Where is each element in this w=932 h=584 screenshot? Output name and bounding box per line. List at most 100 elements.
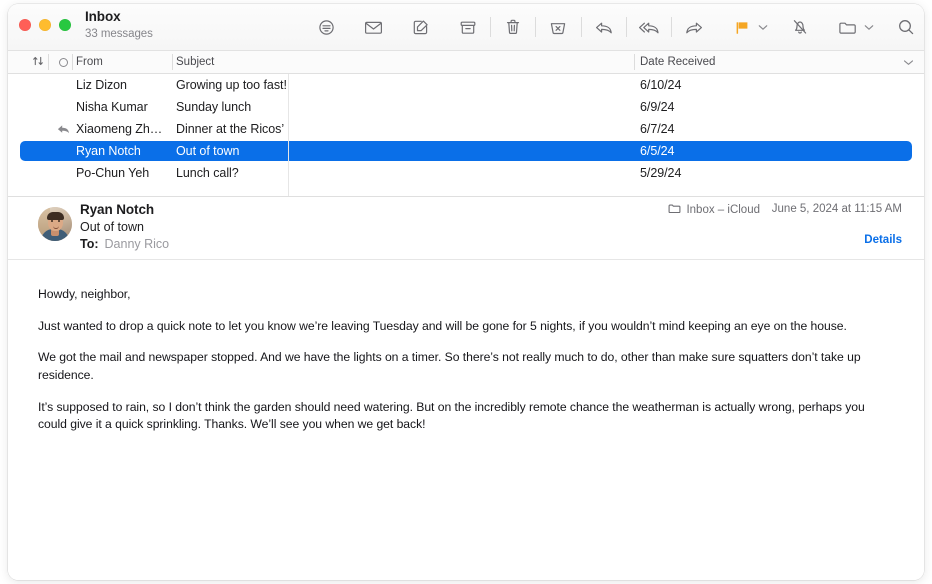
move-menu-chevron[interactable] [861, 12, 876, 42]
list-vertical-divider [288, 74, 289, 196]
bell-slash-icon [791, 18, 809, 36]
body-paragraph: Just wanted to drop a quick note to let … [38, 318, 847, 333]
reply-all-button[interactable] [631, 12, 667, 42]
to-value[interactable]: Danny Rico [105, 237, 170, 251]
body-paragraph: Howdy, neighbor, [38, 287, 131, 301]
header-divider-3 [172, 54, 173, 70]
flag-menu-chevron[interactable] [756, 12, 771, 42]
sort-arrows-icon [32, 55, 44, 70]
search-icon [897, 18, 915, 36]
mark-read-button[interactable] [355, 12, 391, 42]
traffic-lights [19, 19, 71, 31]
row-date: 6/7/24 [640, 122, 675, 136]
zoom-button[interactable] [59, 19, 71, 31]
table-row-selected[interactable]: Ryan Notch Out of town 6/5/24 [8, 140, 924, 162]
unread-column-header[interactable] [52, 51, 74, 73]
row-subject: Out of town [176, 144, 240, 158]
row-date: 6/5/24 [640, 144, 675, 158]
row-date: 5/29/24 [640, 166, 682, 180]
toolbar-separator-1 [490, 17, 492, 37]
column-options-chevron[interactable] [903, 51, 914, 73]
row-from: Nisha Kumar [76, 100, 148, 114]
filter-icon [318, 19, 335, 36]
folder-icon [668, 203, 681, 217]
date-column-label: Date Received [640, 56, 716, 68]
subject-column-label: Subject [176, 56, 215, 68]
replied-arrow-icon [52, 124, 74, 135]
row-subject: Lunch call? [176, 166, 239, 180]
body-paragraph: It’s supposed to rain, so I don’t think … [38, 399, 865, 432]
row-subject: Growing up too fast! [176, 78, 287, 92]
move-button[interactable] [829, 12, 865, 42]
flag-button[interactable] [723, 12, 759, 42]
row-from: Liz Dizon [76, 78, 127, 92]
row-from: Ryan Notch [76, 144, 141, 158]
flag-icon [734, 19, 750, 36]
message-recipients: To: Danny Rico [80, 237, 169, 251]
forward-button[interactable] [676, 12, 712, 42]
row-date: 6/9/24 [640, 100, 675, 114]
minimize-button[interactable] [39, 19, 51, 31]
subject-column-header[interactable]: Subject [176, 51, 632, 73]
archive-box-icon [459, 19, 477, 36]
toolbar-separator-3 [580, 17, 582, 37]
close-button[interactable] [19, 19, 31, 31]
sort-order-button[interactable] [20, 51, 56, 73]
reply-button[interactable] [586, 12, 622, 42]
toolbar-separator-2 [535, 17, 537, 37]
folder-icon [838, 19, 857, 36]
page-title: Inbox [85, 9, 121, 24]
search-button[interactable] [888, 12, 924, 42]
toolbar-separator-5 [671, 17, 673, 37]
forward-arrow-icon [684, 19, 704, 36]
unread-circle-icon [58, 57, 68, 67]
trash-icon [505, 18, 521, 36]
compose-icon [412, 18, 430, 36]
header-divider-4 [634, 54, 635, 70]
row-date: 6/10/24 [640, 78, 682, 92]
toolbar [308, 4, 924, 50]
table-row-partial[interactable] [8, 184, 924, 196]
header-divider-2 [72, 54, 73, 70]
archive-button[interactable] [450, 12, 486, 42]
delete-button[interactable] [495, 12, 531, 42]
reply-arrow-icon [594, 19, 614, 36]
message-date: June 5, 2024 at 11:15 AM [771, 203, 902, 215]
date-column-header[interactable]: Date Received [640, 51, 910, 73]
mail-window: Inbox 33 messages From Subject Date Rece… [8, 4, 924, 580]
message-header: Ryan Notch Out of town To: Danny Rico In… [8, 197, 924, 260]
row-subject: Dinner at the Ricos’ [176, 122, 285, 136]
message-list[interactable]: Liz Dizon Growing up too fast! 6/10/24 N… [8, 74, 924, 197]
row-from: Po-Chun Yeh [76, 166, 150, 180]
message-subject: Out of town [80, 220, 144, 234]
compose-button[interactable] [403, 12, 439, 42]
table-row[interactable]: Nisha Kumar Sunday lunch 6/9/24 [8, 96, 924, 118]
message-mailbox: Inbox – iCloud [668, 203, 760, 217]
table-row[interactable]: Xiaomeng Zh… Dinner at the Ricos’ 6/7/24 [8, 118, 924, 140]
junk-icon [549, 19, 567, 36]
message-body[interactable]: Howdy, neighbor, Just wanted to drop a q… [8, 260, 924, 580]
header-divider-1 [48, 54, 49, 70]
from-column-label: From [76, 56, 103, 68]
avatar [38, 207, 72, 241]
from-column-header[interactable]: From [76, 51, 172, 73]
reply-all-icon [638, 19, 660, 36]
body-paragraph: We got the mail and newspaper stopped. A… [38, 350, 861, 383]
mailbox-label: Inbox – iCloud [686, 204, 760, 216]
message-count: 33 messages [85, 27, 153, 40]
to-label: To: [80, 237, 99, 251]
envelope-icon [364, 19, 383, 36]
message-sender-name: Ryan Notch [80, 202, 155, 217]
row-subject: Sunday lunch [176, 100, 252, 114]
mute-button[interactable] [782, 12, 818, 42]
filter-button[interactable] [308, 12, 344, 42]
list-column-headers: From Subject Date Received [8, 51, 924, 74]
details-link[interactable]: Details [864, 234, 902, 246]
toolbar-separator-4 [625, 17, 627, 37]
table-row[interactable]: Liz Dizon Growing up too fast! 6/10/24 [8, 74, 924, 96]
row-from: Xiaomeng Zh… [76, 122, 163, 136]
table-row[interactable]: Po-Chun Yeh Lunch call? 5/29/24 [8, 162, 924, 184]
title-bar: Inbox 33 messages [8, 4, 924, 51]
junk-button[interactable] [540, 12, 576, 42]
window-title-block: Inbox 33 messages [85, 10, 153, 40]
